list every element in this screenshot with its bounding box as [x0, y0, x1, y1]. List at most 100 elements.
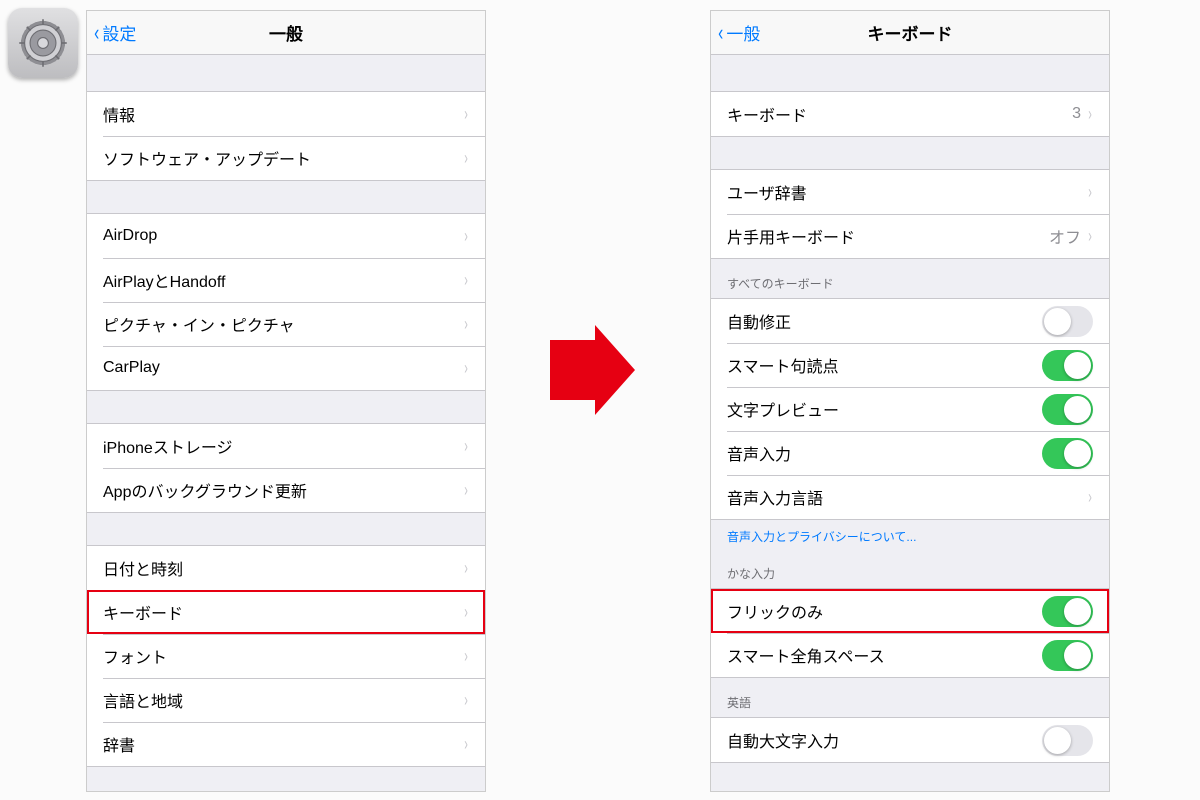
row-value: 3 — [1072, 105, 1081, 123]
settings-group: 情報›ソフトウェア・アップデート› — [87, 91, 485, 181]
settings-row[interactable]: フォント› — [87, 634, 485, 678]
settings-group: 自動大文字入力 — [711, 717, 1109, 763]
toggle-switch[interactable] — [1042, 306, 1093, 337]
chevron-right-icon: › — [1088, 182, 1092, 203]
settings-row[interactable]: AirPlayとHandoff› — [87, 258, 485, 302]
chevron-right-icon: › — [464, 314, 468, 335]
row-label: 辞書 — [103, 732, 463, 756]
nav-title: 一般 — [87, 20, 485, 45]
chevron-right-icon: › — [464, 148, 468, 169]
nav-back-button[interactable]: ‹ 一般 — [711, 20, 760, 45]
settings-row[interactable]: AirDrop› — [87, 214, 485, 258]
settings-row[interactable]: 音声入力言語› — [711, 475, 1109, 519]
row-label: CarPlay — [103, 359, 463, 377]
row-label: Appのバックグラウンド更新 — [103, 478, 463, 502]
row-label: スマート句読点 — [727, 353, 1042, 377]
chevron-right-icon: › — [464, 358, 468, 379]
chevron-left-icon: ‹ — [94, 22, 99, 44]
toggle-knob — [1064, 642, 1091, 669]
settings-group: iPhoneストレージ›Appのバックグラウンド更新› — [87, 423, 485, 513]
settings-row[interactable]: 言語と地域› — [87, 678, 485, 722]
toggle-switch[interactable] — [1042, 438, 1093, 469]
settings-row[interactable]: ユーザ辞書› — [711, 170, 1109, 214]
row-label: 情報 — [103, 102, 463, 126]
row-label: 言語と地域 — [103, 688, 463, 712]
settings-group: フリックのみスマート全角スペース — [711, 588, 1109, 678]
row-label: フォント — [103, 644, 463, 668]
row-label: 自動修正 — [727, 309, 1042, 333]
row-label: AirPlayとHandoff — [103, 268, 463, 292]
settings-row[interactable]: CarPlay› — [87, 346, 485, 390]
row-label: スマート全角スペース — [727, 643, 1042, 667]
settings-row[interactable]: iPhoneストレージ› — [87, 424, 485, 468]
section-header: すべてのキーボード — [727, 275, 1093, 292]
toggle-switch[interactable] — [1042, 350, 1093, 381]
settings-row[interactable]: Appのバックグラウンド更新› — [87, 468, 485, 512]
chevron-right-icon: › — [464, 270, 468, 291]
row-label: フリックのみ — [727, 599, 1042, 623]
row-label: 文字プレビュー — [727, 397, 1042, 421]
settings-group: ユーザ辞書›片手用キーボードオフ› — [711, 169, 1109, 259]
toggle-switch[interactable] — [1042, 596, 1093, 627]
nav-back-label: 設定 — [102, 20, 136, 45]
chevron-right-icon: › — [464, 646, 468, 667]
row-label: 自動大文字入力 — [727, 728, 1042, 752]
toggle-switch[interactable] — [1042, 394, 1093, 425]
settings-row[interactable]: 情報› — [87, 92, 485, 136]
toggle-knob — [1064, 396, 1091, 423]
settings-group: キーボード3 › — [711, 91, 1109, 137]
settings-row[interactable]: キーボード3 › — [711, 92, 1109, 136]
chevron-right-icon: › — [464, 602, 468, 623]
settings-group: 自動修正スマート句読点文字プレビュー音声入力音声入力言語› — [711, 298, 1109, 520]
settings-row[interactable]: 片手用キーボードオフ› — [711, 214, 1109, 258]
toggle-switch[interactable] — [1042, 640, 1093, 671]
row-label: ユーザ辞書 — [727, 180, 1087, 204]
toggle-knob — [1044, 308, 1071, 335]
row-label: キーボード — [727, 102, 1072, 126]
flow-arrow-icon — [540, 320, 640, 425]
toggle-knob — [1064, 352, 1091, 379]
section-footer-link[interactable]: 音声入力とプライバシーについて... — [711, 520, 1109, 549]
chevron-right-icon: › — [464, 734, 468, 755]
row-label: ソフトウェア・アップデート — [103, 146, 463, 170]
nav-back-button[interactable]: ‹ 設定 — [87, 20, 136, 45]
chevron-right-icon: › — [464, 226, 468, 247]
toggle-switch[interactable] — [1042, 725, 1093, 756]
settings-row: 自動修正 — [711, 299, 1109, 343]
row-label: iPhoneストレージ — [103, 434, 463, 458]
row-label: 音声入力 — [727, 441, 1042, 465]
row-label: 音声入力言語 — [727, 485, 1087, 509]
chevron-right-icon: › — [464, 690, 468, 711]
settings-row: 自動大文字入力 — [711, 718, 1109, 762]
screen-keyboard: ‹ 一般 キーボード キーボード3›ユーザ辞書›片手用キーボードオフ›すべてのキ… — [710, 10, 1110, 792]
settings-row: スマート句読点 — [711, 343, 1109, 387]
settings-group: AirDrop›AirPlayとHandoff›ピクチャ・イン・ピクチャ›Car… — [87, 213, 485, 391]
chevron-right-icon: › — [464, 436, 468, 457]
toggle-knob — [1064, 598, 1091, 625]
settings-row[interactable]: ピクチャ・イン・ピクチャ› — [87, 302, 485, 346]
settings-row: スマート全角スペース — [711, 633, 1109, 677]
section-header: 英語 — [727, 694, 1093, 711]
settings-row[interactable]: ソフトウェア・アップデート› — [87, 136, 485, 180]
row-label: AirDrop — [103, 227, 463, 245]
settings-row[interactable]: 日付と時刻› — [87, 546, 485, 590]
chevron-right-icon: › — [1088, 104, 1092, 125]
row-label: 日付と時刻 — [103, 556, 463, 580]
nav-back-label: 一般 — [726, 20, 760, 45]
chevron-right-icon: › — [1088, 487, 1092, 508]
chevron-right-icon: › — [464, 480, 468, 501]
settings-row[interactable]: 辞書› — [87, 722, 485, 766]
settings-app-icon — [8, 8, 78, 78]
chevron-right-icon: › — [1088, 226, 1092, 247]
nav-title: キーボード — [711, 20, 1109, 45]
row-label: キーボード — [103, 600, 463, 624]
settings-row: 音声入力 — [711, 431, 1109, 475]
navbar-keyboard: ‹ 一般 キーボード — [711, 11, 1109, 55]
screen-general: ‹ 設定 一般 情報›ソフトウェア・アップデート›AirDrop›AirPlay… — [86, 10, 486, 792]
settings-row[interactable]: キーボード› — [87, 590, 485, 634]
chevron-right-icon: › — [464, 558, 468, 579]
row-value: オフ — [1049, 224, 1081, 248]
navbar-general: ‹ 設定 一般 — [87, 11, 485, 55]
toggle-knob — [1064, 440, 1091, 467]
section-header: かな入力 — [727, 565, 1093, 582]
